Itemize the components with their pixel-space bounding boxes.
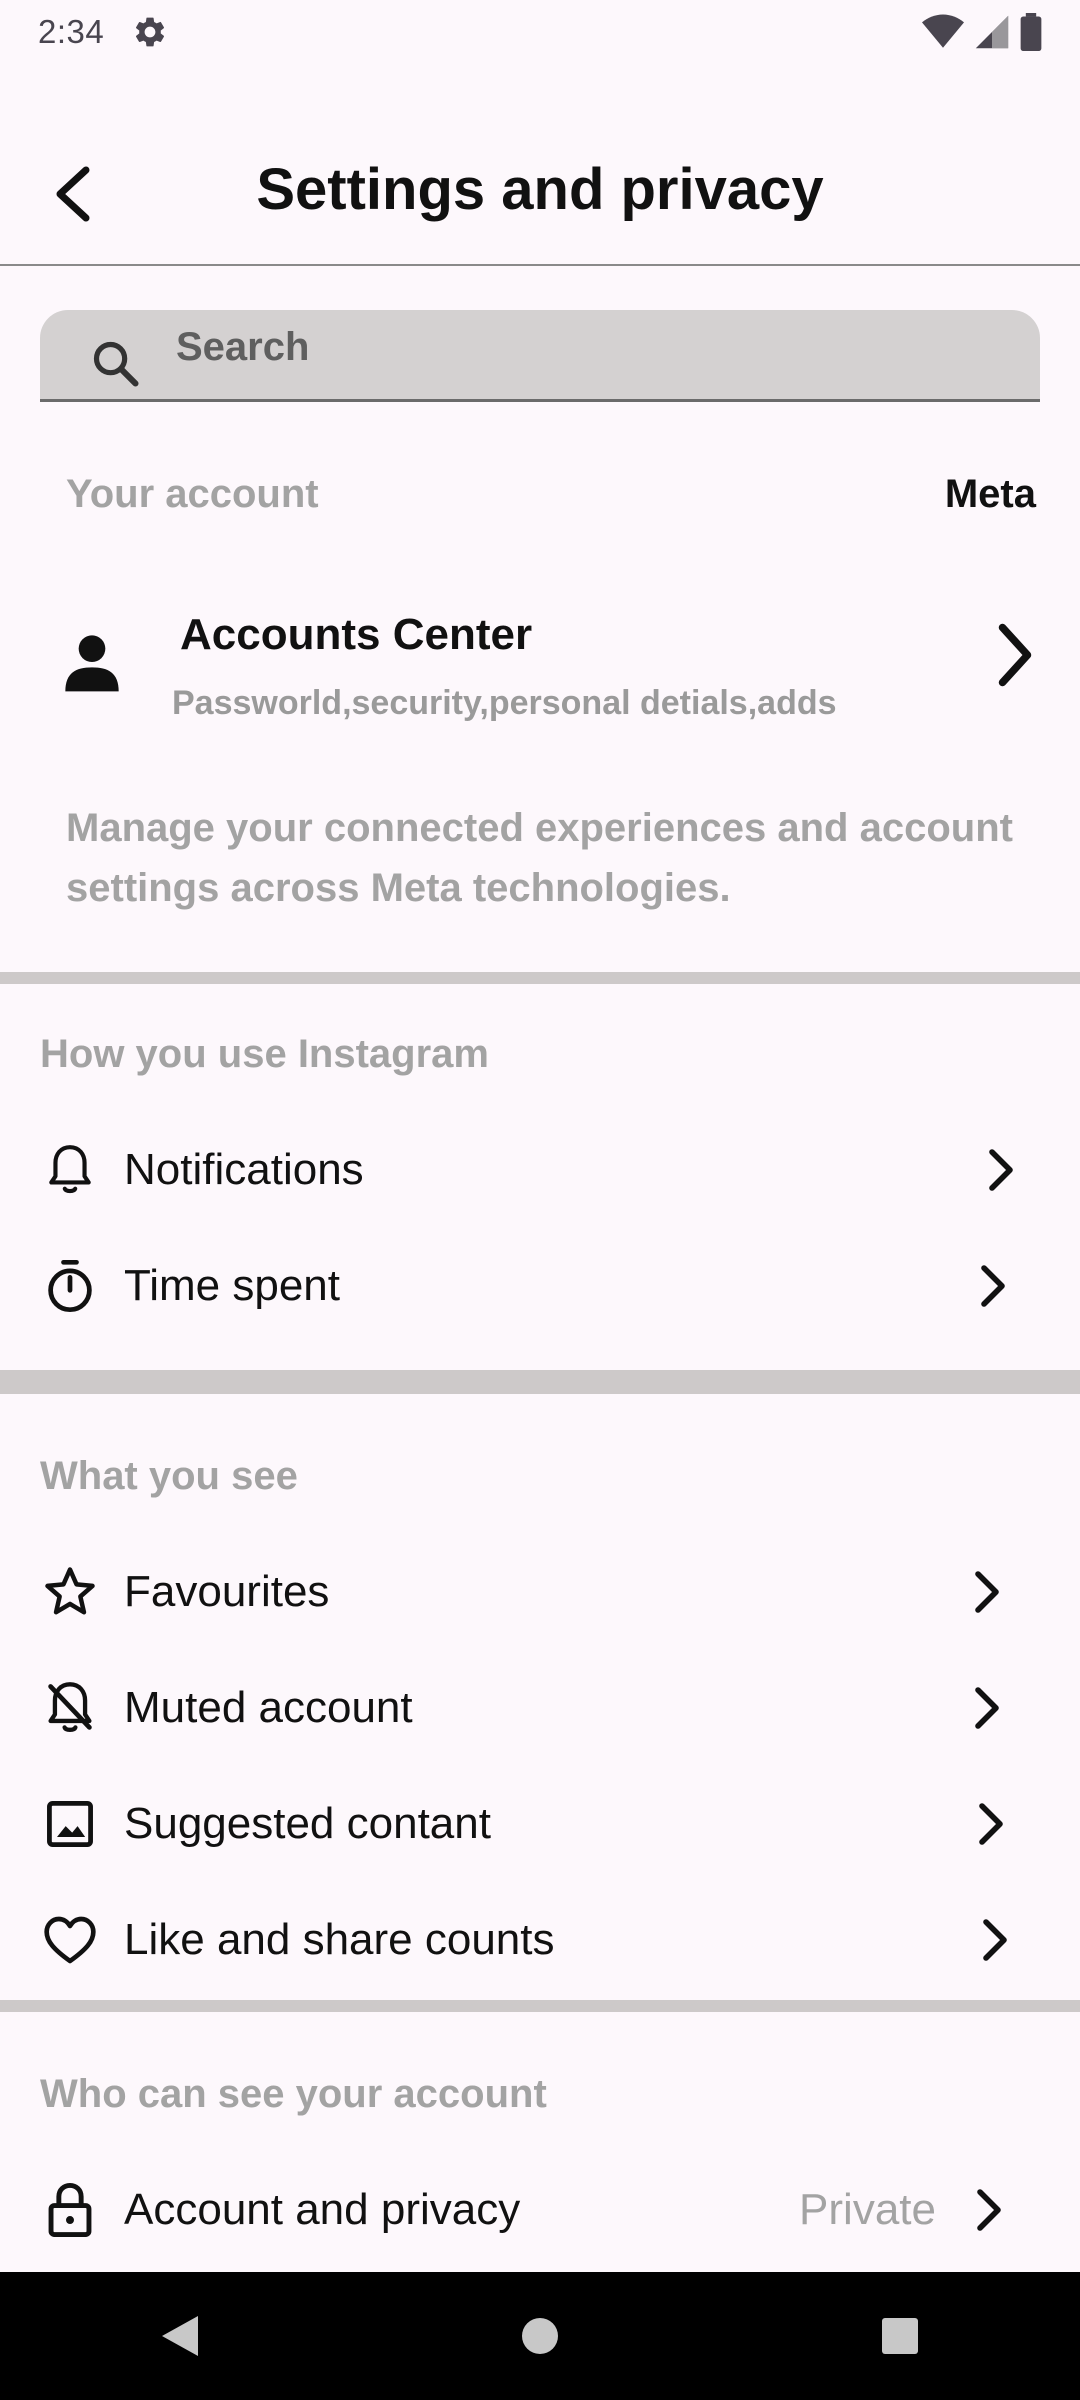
nav-back-button[interactable] xyxy=(140,2296,220,2376)
settings-row-favourites[interactable]: Favourites xyxy=(0,1542,1080,1642)
section-title-what-you-see: What you see xyxy=(40,1454,298,1498)
timer-icon xyxy=(42,1258,98,1314)
search-bar[interactable] xyxy=(40,310,1040,402)
section-divider xyxy=(0,972,1080,984)
lock-icon xyxy=(42,2182,98,2238)
section-title-how-you-use: How you use Instagram xyxy=(40,1032,489,1076)
search-input[interactable] xyxy=(176,325,976,370)
accounts-center-description: Manage your connected experiences and ac… xyxy=(66,806,1013,910)
chevron-right-icon xyxy=(975,1571,999,1613)
status-indicators xyxy=(922,13,1042,51)
nav-home-button[interactable] xyxy=(500,2296,580,2376)
privacy-status-value: Private xyxy=(799,2185,936,2234)
chevron-right-icon xyxy=(981,1265,1005,1307)
search-icon xyxy=(93,341,139,387)
settings-row-time-spent[interactable]: Time spent xyxy=(0,1236,1080,1336)
section-divider xyxy=(0,2000,1080,2012)
status-bar: 2:34 xyxy=(0,0,1080,64)
settings-row-notifications[interactable]: Notifications xyxy=(0,1120,1080,1220)
bell-off-icon xyxy=(42,1680,98,1736)
settings-row-like-share-counts[interactable]: Like and share counts xyxy=(0,1890,1080,1990)
system-navigation-bar xyxy=(0,2272,1080,2400)
settings-row-label: Favourites xyxy=(124,1567,330,1616)
settings-row-label: Account and privacy xyxy=(124,2185,521,2234)
nav-recents-button[interactable] xyxy=(860,2296,940,2376)
star-icon xyxy=(42,1564,98,1620)
bell-icon xyxy=(42,1142,98,1198)
wifi-icon xyxy=(922,14,964,48)
your-account-label: Your account xyxy=(66,472,319,516)
chevron-right-icon xyxy=(975,1687,999,1729)
settings-row-label: Notifications xyxy=(124,1145,364,1194)
settings-gear-icon xyxy=(136,17,165,47)
accounts-center-title: Accounts Center xyxy=(180,610,533,659)
chevron-right-icon xyxy=(989,1149,1013,1191)
page-title: Settings and privacy xyxy=(256,157,824,222)
section-divider xyxy=(0,1370,1080,1394)
nav-recents-square-icon xyxy=(882,2318,918,2354)
chevron-right-icon xyxy=(979,1803,1003,1845)
heart-icon xyxy=(42,1912,98,1968)
cell-signal-icon xyxy=(975,15,1009,49)
nav-home-circle-icon xyxy=(522,2318,558,2354)
settings-row-label: Muted account xyxy=(124,1683,413,1732)
status-time: 2:34 xyxy=(38,13,105,50)
settings-row-label: Like and share counts xyxy=(124,1915,555,1964)
settings-row-suggested-content[interactable]: Suggested contant xyxy=(0,1774,1080,1874)
image-icon xyxy=(42,1796,98,1852)
settings-row-muted-account[interactable]: Muted account xyxy=(0,1658,1080,1758)
accounts-center-subtitle: Passworld,security,personal detials,adds xyxy=(172,684,837,722)
settings-row-label: Time spent xyxy=(124,1261,341,1310)
settings-row-label: Suggested contant xyxy=(124,1799,491,1848)
nav-back-triangle-icon xyxy=(162,2316,198,2356)
section-title-who-can-see: Who can see your account xyxy=(40,2072,547,2116)
chevron-right-icon xyxy=(977,2189,1001,2231)
person-icon xyxy=(65,635,119,692)
battery-icon xyxy=(1020,13,1042,51)
chevron-right-icon xyxy=(983,1919,1007,1961)
your-account-header: Your account Meta xyxy=(66,472,1036,517)
app-bar: Settings and privacy xyxy=(0,118,1080,266)
chevron-right-icon xyxy=(998,623,1032,687)
accounts-center-row[interactable]: Accounts Center Passworld,security,perso… xyxy=(0,590,1080,740)
meta-brand-label: Meta xyxy=(944,472,1036,516)
settings-row-account-privacy[interactable]: Account and privacy Private xyxy=(0,2160,1080,2260)
